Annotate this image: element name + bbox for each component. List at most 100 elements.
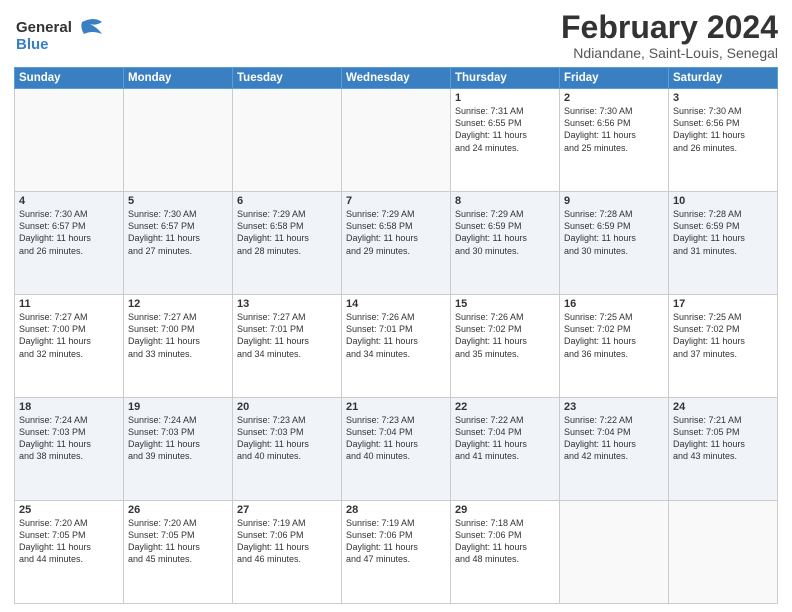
day-number: 13 [237, 298, 337, 310]
day-info: Sunrise: 7:28 AM Sunset: 6:59 PM Dayligh… [564, 208, 664, 257]
calendar-cell: 2Sunrise: 7:30 AM Sunset: 6:56 PM Daylig… [560, 89, 669, 192]
day-info: Sunrise: 7:27 AM Sunset: 7:00 PM Dayligh… [19, 311, 119, 360]
calendar-day-header: Friday [560, 68, 669, 89]
calendar-week-row: 18Sunrise: 7:24 AM Sunset: 7:03 PM Dayli… [15, 398, 778, 501]
day-number: 22 [455, 401, 555, 413]
page: General Blue February 2024 Ndiandane, Sa… [0, 0, 792, 612]
day-info: Sunrise: 7:29 AM Sunset: 6:58 PM Dayligh… [237, 208, 337, 257]
calendar-cell [560, 501, 669, 604]
calendar-cell: 1Sunrise: 7:31 AM Sunset: 6:55 PM Daylig… [451, 89, 560, 192]
calendar-day-header: Sunday [15, 68, 124, 89]
day-number: 26 [128, 504, 228, 516]
calendar-day-header: Saturday [669, 68, 778, 89]
calendar-cell: 15Sunrise: 7:26 AM Sunset: 7:02 PM Dayli… [451, 295, 560, 398]
day-info: Sunrise: 7:24 AM Sunset: 7:03 PM Dayligh… [128, 414, 228, 463]
calendar-cell: 10Sunrise: 7:28 AM Sunset: 6:59 PM Dayli… [669, 192, 778, 295]
day-info: Sunrise: 7:23 AM Sunset: 7:03 PM Dayligh… [237, 414, 337, 463]
calendar-cell: 12Sunrise: 7:27 AM Sunset: 7:00 PM Dayli… [124, 295, 233, 398]
day-info: Sunrise: 7:18 AM Sunset: 7:06 PM Dayligh… [455, 517, 555, 566]
day-number: 27 [237, 504, 337, 516]
calendar-cell: 23Sunrise: 7:22 AM Sunset: 7:04 PM Dayli… [560, 398, 669, 501]
day-number: 11 [19, 298, 119, 310]
day-number: 16 [564, 298, 664, 310]
day-info: Sunrise: 7:27 AM Sunset: 7:01 PM Dayligh… [237, 311, 337, 360]
day-number: 6 [237, 195, 337, 207]
calendar-cell [124, 89, 233, 192]
day-info: Sunrise: 7:22 AM Sunset: 7:04 PM Dayligh… [455, 414, 555, 463]
calendar-cell: 18Sunrise: 7:24 AM Sunset: 7:03 PM Dayli… [15, 398, 124, 501]
calendar-cell: 7Sunrise: 7:29 AM Sunset: 6:58 PM Daylig… [342, 192, 451, 295]
day-number: 29 [455, 504, 555, 516]
calendar-cell: 29Sunrise: 7:18 AM Sunset: 7:06 PM Dayli… [451, 501, 560, 604]
calendar-week-row: 4Sunrise: 7:30 AM Sunset: 6:57 PM Daylig… [15, 192, 778, 295]
day-number: 19 [128, 401, 228, 413]
day-info: Sunrise: 7:29 AM Sunset: 6:58 PM Dayligh… [346, 208, 446, 257]
day-number: 8 [455, 195, 555, 207]
calendar-cell [669, 501, 778, 604]
calendar-cell: 28Sunrise: 7:19 AM Sunset: 7:06 PM Dayli… [342, 501, 451, 604]
day-info: Sunrise: 7:27 AM Sunset: 7:00 PM Dayligh… [128, 311, 228, 360]
day-info: Sunrise: 7:23 AM Sunset: 7:04 PM Dayligh… [346, 414, 446, 463]
day-number: 23 [564, 401, 664, 413]
calendar-cell: 24Sunrise: 7:21 AM Sunset: 7:05 PM Dayli… [669, 398, 778, 501]
calendar-cell: 5Sunrise: 7:30 AM Sunset: 6:57 PM Daylig… [124, 192, 233, 295]
calendar-week-row: 1Sunrise: 7:31 AM Sunset: 6:55 PM Daylig… [15, 89, 778, 192]
day-info: Sunrise: 7:20 AM Sunset: 7:05 PM Dayligh… [128, 517, 228, 566]
day-number: 14 [346, 298, 446, 310]
svg-text:Blue: Blue [16, 36, 49, 53]
calendar-cell: 4Sunrise: 7:30 AM Sunset: 6:57 PM Daylig… [15, 192, 124, 295]
calendar-week-row: 11Sunrise: 7:27 AM Sunset: 7:00 PM Dayli… [15, 295, 778, 398]
day-number: 7 [346, 195, 446, 207]
logo-icon: General Blue [14, 14, 104, 56]
day-info: Sunrise: 7:31 AM Sunset: 6:55 PM Dayligh… [455, 105, 555, 154]
day-number: 1 [455, 92, 555, 104]
calendar-cell: 26Sunrise: 7:20 AM Sunset: 7:05 PM Dayli… [124, 501, 233, 604]
calendar-cell: 8Sunrise: 7:29 AM Sunset: 6:59 PM Daylig… [451, 192, 560, 295]
day-number: 28 [346, 504, 446, 516]
day-number: 2 [564, 92, 664, 104]
day-info: Sunrise: 7:24 AM Sunset: 7:03 PM Dayligh… [19, 414, 119, 463]
day-number: 17 [673, 298, 773, 310]
calendar-cell: 17Sunrise: 7:25 AM Sunset: 7:02 PM Dayli… [669, 295, 778, 398]
calendar-day-header: Thursday [451, 68, 560, 89]
day-number: 10 [673, 195, 773, 207]
calendar-day-header: Wednesday [342, 68, 451, 89]
calendar-cell: 6Sunrise: 7:29 AM Sunset: 6:58 PM Daylig… [233, 192, 342, 295]
calendar-day-header: Monday [124, 68, 233, 89]
day-info: Sunrise: 7:30 AM Sunset: 6:57 PM Dayligh… [19, 208, 119, 257]
calendar-cell: 27Sunrise: 7:19 AM Sunset: 7:06 PM Dayli… [233, 501, 342, 604]
calendar-cell: 11Sunrise: 7:27 AM Sunset: 7:00 PM Dayli… [15, 295, 124, 398]
day-number: 24 [673, 401, 773, 413]
calendar-cell: 13Sunrise: 7:27 AM Sunset: 7:01 PM Dayli… [233, 295, 342, 398]
day-number: 20 [237, 401, 337, 413]
calendar-cell: 3Sunrise: 7:30 AM Sunset: 6:56 PM Daylig… [669, 89, 778, 192]
calendar-cell: 16Sunrise: 7:25 AM Sunset: 7:02 PM Dayli… [560, 295, 669, 398]
calendar-cell [342, 89, 451, 192]
day-number: 12 [128, 298, 228, 310]
day-info: Sunrise: 7:21 AM Sunset: 7:05 PM Dayligh… [673, 414, 773, 463]
day-number: 21 [346, 401, 446, 413]
day-info: Sunrise: 7:26 AM Sunset: 7:02 PM Dayligh… [455, 311, 555, 360]
calendar-cell: 25Sunrise: 7:20 AM Sunset: 7:05 PM Dayli… [15, 501, 124, 604]
day-info: Sunrise: 7:19 AM Sunset: 7:06 PM Dayligh… [346, 517, 446, 566]
day-number: 9 [564, 195, 664, 207]
calendar-cell: 9Sunrise: 7:28 AM Sunset: 6:59 PM Daylig… [560, 192, 669, 295]
day-number: 18 [19, 401, 119, 413]
month-title: February 2024 [561, 10, 778, 45]
day-number: 5 [128, 195, 228, 207]
calendar-week-row: 25Sunrise: 7:20 AM Sunset: 7:05 PM Dayli… [15, 501, 778, 604]
day-number: 15 [455, 298, 555, 310]
logo: General Blue [14, 14, 104, 56]
calendar-day-header: Tuesday [233, 68, 342, 89]
calendar-cell: 20Sunrise: 7:23 AM Sunset: 7:03 PM Dayli… [233, 398, 342, 501]
day-info: Sunrise: 7:28 AM Sunset: 6:59 PM Dayligh… [673, 208, 773, 257]
calendar-cell: 14Sunrise: 7:26 AM Sunset: 7:01 PM Dayli… [342, 295, 451, 398]
day-info: Sunrise: 7:26 AM Sunset: 7:01 PM Dayligh… [346, 311, 446, 360]
day-info: Sunrise: 7:29 AM Sunset: 6:59 PM Dayligh… [455, 208, 555, 257]
calendar-cell: 21Sunrise: 7:23 AM Sunset: 7:04 PM Dayli… [342, 398, 451, 501]
day-number: 3 [673, 92, 773, 104]
calendar-cell [15, 89, 124, 192]
calendar-header-row: SundayMondayTuesdayWednesdayThursdayFrid… [15, 68, 778, 89]
title-block: February 2024 Ndiandane, Saint-Louis, Se… [561, 10, 778, 61]
calendar-table: SundayMondayTuesdayWednesdayThursdayFrid… [14, 67, 778, 604]
